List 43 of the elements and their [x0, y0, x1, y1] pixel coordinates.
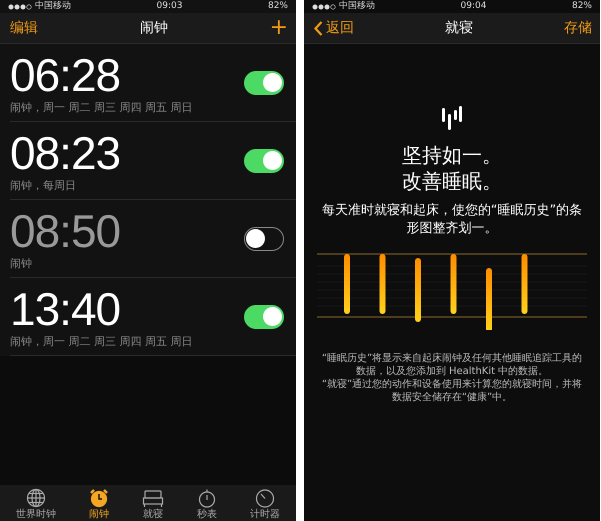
sleep-bars-icon — [440, 104, 464, 132]
alarm-label: 闹钟，周一 周二 周三 周四 周五 周日 — [10, 100, 192, 115]
headline: 改善睡眠。 — [402, 168, 502, 194]
stopwatch-icon — [196, 488, 218, 508]
tab-item[interactable]: 秒表 — [196, 486, 218, 521]
alarm-time: 08:50 — [10, 206, 120, 256]
alarm-time: 13:40 — [10, 284, 122, 334]
carrier-name: 中国移动 — [35, 2, 71, 11]
tab-item[interactable]: 闹钟 — [88, 486, 110, 521]
alarm-clock-icon — [88, 488, 110, 508]
chevron-left-icon — [314, 20, 323, 36]
alarm-label: 闹钟，周一 周二 周三 周四 周五 周日 — [10, 334, 192, 349]
battery-level: 82% — [572, 2, 592, 11]
globe-icon — [25, 488, 47, 508]
info-text: “睡眠历史”将显示来自起床闹钟及任何其他睡眠追踪工具的数据，以及您添加到 HealthKit 中的数据。 — [320, 352, 584, 378]
carrier-name: 中国移动 — [339, 2, 375, 11]
subtitle-text: 每天准时就寝和起床，使您的“睡眠历史”的条形图整齐划一。 — [320, 202, 584, 238]
status-time: 09:04 — [460, 2, 486, 11]
add-button[interactable]: + — [270, 17, 288, 39]
info-text: “就寝”通过您的动作和设备使用来计算您的就寝时间，并将数据安全储存在“健康”中。 — [320, 378, 584, 404]
bed-icon — [142, 488, 164, 508]
tab-item[interactable]: 就寝 — [142, 486, 164, 521]
tab-item[interactable]: 计时器 — [250, 486, 280, 521]
save-button[interactable]: 存储 — [564, 19, 592, 37]
screen-title: 闹钟 — [140, 19, 168, 37]
edit-button[interactable]: 编辑 — [10, 19, 38, 37]
status-time: 09:03 — [156, 2, 182, 11]
signal-dots-icon — [312, 4, 336, 10]
alarm-toggle[interactable] — [244, 304, 284, 328]
alarm-toggle[interactable] — [244, 226, 284, 250]
timer-icon — [254, 488, 276, 508]
alarm-toggle[interactable] — [244, 70, 284, 94]
battery-level: 82% — [268, 2, 288, 11]
alarm-label: 闹钟 — [10, 256, 33, 271]
tab-item[interactable]: 世界时钟 — [16, 486, 56, 521]
alarm-toggle[interactable] — [244, 148, 284, 172]
alarm-time: 08:23 — [10, 128, 120, 178]
signal-dots-icon — [8, 4, 32, 10]
back-button[interactable]: 返回 — [314, 19, 354, 37]
screen-title: 就寝 — [445, 19, 473, 37]
headline: 坚持如一。 — [402, 142, 502, 168]
alarm-time: 06:28 — [10, 50, 122, 100]
alarm-label: 闹钟，每周日 — [10, 178, 77, 193]
